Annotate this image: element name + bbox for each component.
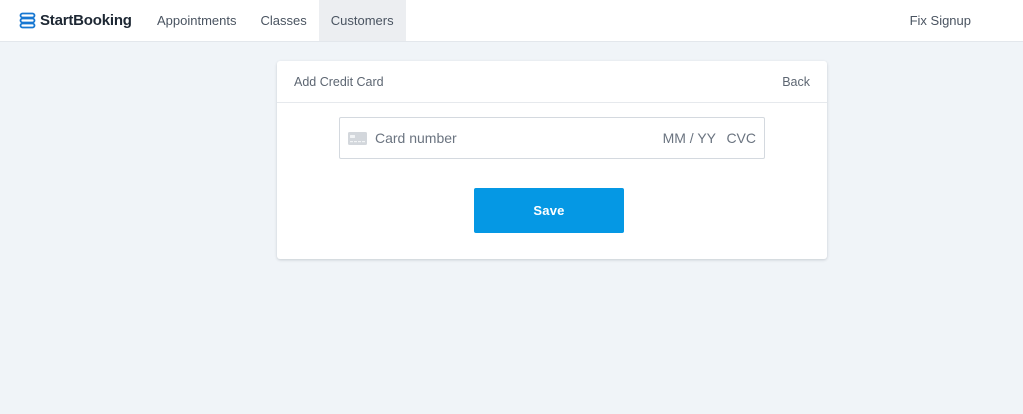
cvc-input[interactable] — [720, 130, 756, 146]
main-nav: Appointments Classes Customers — [148, 0, 406, 41]
top-navigation-bar: StartBooking Appointments Classes Custom… — [0, 0, 1023, 42]
brand-name: StartBooking — [40, 12, 132, 29]
credit-card-icon — [348, 131, 367, 145]
expiry-input[interactable] — [660, 130, 716, 146]
startbooking-logo-icon — [19, 12, 36, 29]
nav-item-classes[interactable]: Classes — [249, 0, 319, 41]
brand-logo[interactable]: StartBooking — [0, 0, 148, 41]
fix-signup-link[interactable]: Fix Signup — [910, 0, 1023, 41]
nav-item-customers[interactable]: Customers — [318, 0, 406, 41]
card-number-input[interactable] — [375, 130, 660, 146]
credit-card-field[interactable] — [339, 117, 765, 159]
back-link[interactable]: Back — [782, 75, 810, 89]
add-credit-card-panel: Add Credit Card Back Save — [277, 61, 827, 259]
save-button[interactable]: Save — [474, 188, 624, 233]
panel-header: Add Credit Card Back — [277, 61, 827, 103]
nav-item-appointments[interactable]: Appointments — [148, 0, 249, 41]
panel-title: Add Credit Card — [294, 74, 384, 89]
